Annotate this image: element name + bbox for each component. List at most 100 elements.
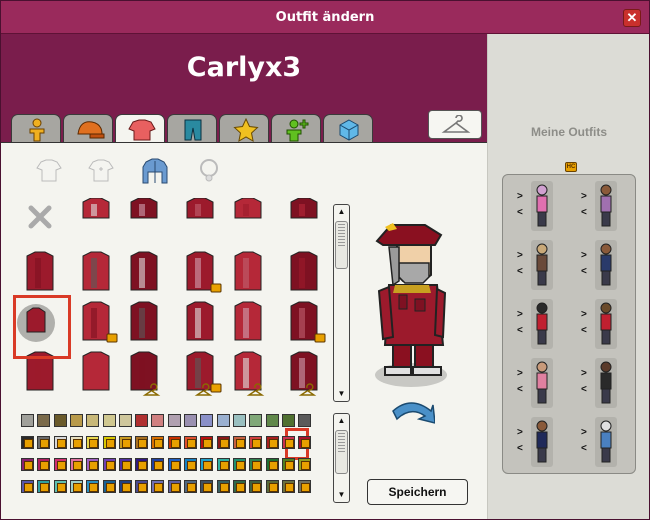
color-swatch[interactable] xyxy=(200,436,214,449)
clothing-item[interactable] xyxy=(119,197,173,248)
color-swatch[interactable] xyxy=(167,480,181,493)
color-swatch[interactable] xyxy=(184,436,197,449)
tshirt-icon[interactable] xyxy=(34,156,64,186)
color-swatch[interactable] xyxy=(69,458,83,471)
chevron-left-icon[interactable]: < xyxy=(581,384,587,395)
color-swatch[interactable] xyxy=(37,458,51,471)
color-swatch[interactable] xyxy=(249,458,263,471)
outfit-slot[interactable]: > < xyxy=(507,177,565,233)
scroll-up-arrow[interactable]: ▲ xyxy=(334,205,349,219)
outfit-slot[interactable]: > < xyxy=(571,236,629,292)
chevron-right-icon[interactable]: > xyxy=(581,191,587,202)
color-swatch[interactable] xyxy=(167,458,181,471)
chevron-right-icon[interactable]: > xyxy=(581,250,587,261)
chevron-left-icon[interactable]: < xyxy=(517,443,523,454)
clothing-item[interactable] xyxy=(171,348,225,398)
color-swatch[interactable] xyxy=(69,480,83,493)
color-swatch[interactable] xyxy=(265,436,279,449)
color-swatch[interactable] xyxy=(249,414,263,427)
color-swatch[interactable] xyxy=(216,458,230,471)
color-swatch[interactable] xyxy=(151,458,165,471)
chevron-left-icon[interactable]: < xyxy=(517,266,523,277)
outfit-slot[interactable]: > < xyxy=(507,295,565,351)
tab-hats[interactable] xyxy=(63,114,113,143)
clothing-item[interactable] xyxy=(119,248,173,298)
rotate-avatar-arrow-icon[interactable] xyxy=(387,397,435,427)
color-swatch[interactable] xyxy=(151,414,165,427)
scroll-down-arrow[interactable]: ▼ xyxy=(334,387,349,401)
color-swatch[interactable] xyxy=(298,414,312,427)
color-swatch[interactable] xyxy=(167,414,181,427)
clothing-item[interactable] xyxy=(67,197,121,248)
color-swatch[interactable] xyxy=(298,480,312,493)
color-swatch[interactable] xyxy=(200,414,214,427)
color-swatch[interactable] xyxy=(118,414,132,427)
clothing-item[interactable] xyxy=(171,298,225,348)
clothing-item[interactable] xyxy=(15,248,69,298)
color-swatch[interactable] xyxy=(184,458,197,471)
title-bar[interactable]: Outfit ändern ✕ xyxy=(1,1,649,34)
tab-body[interactable] xyxy=(11,114,61,143)
outfit-slot[interactable]: > < xyxy=(571,295,629,351)
necklace-icon[interactable] xyxy=(194,156,224,186)
color-swatch[interactable] xyxy=(21,436,34,449)
color-swatch[interactable] xyxy=(216,480,230,493)
colors-scrollbar[interactable]: ▲ ▼ xyxy=(333,413,350,503)
color-swatch[interactable] xyxy=(265,480,279,493)
clothing-item[interactable] xyxy=(223,197,277,248)
clothing-item[interactable] xyxy=(275,298,329,348)
clothing-item[interactable] xyxy=(223,248,277,298)
color-swatch[interactable] xyxy=(21,414,34,427)
scroll-up-arrow[interactable]: ▲ xyxy=(334,414,349,428)
color-swatch[interactable] xyxy=(151,436,165,449)
chevron-right-icon[interactable]: > xyxy=(517,368,523,379)
color-swatch[interactable] xyxy=(135,458,149,471)
color-swatch[interactable] xyxy=(135,480,149,493)
color-swatch[interactable] xyxy=(200,480,214,493)
chevron-left-icon[interactable]: < xyxy=(581,266,587,277)
color-swatch[interactable] xyxy=(69,436,83,449)
color-swatch[interactable] xyxy=(265,458,279,471)
chevron-left-icon[interactable]: < xyxy=(517,384,523,395)
chevron-right-icon[interactable]: > xyxy=(517,309,523,320)
color-swatch[interactable] xyxy=(265,414,279,427)
items-scrollbar[interactable]: ▲ ▼ xyxy=(333,204,350,402)
clothing-item[interactable] xyxy=(171,197,225,248)
scroll-down-arrow[interactable]: ▼ xyxy=(334,488,349,502)
color-swatch[interactable] xyxy=(298,436,312,449)
chevron-left-icon[interactable]: < xyxy=(581,207,587,218)
color-swatch[interactable] xyxy=(249,480,263,493)
clothing-item[interactable] xyxy=(119,348,173,398)
color-swatch[interactable] xyxy=(102,480,116,493)
color-swatch[interactable] xyxy=(216,436,230,449)
color-swatch[interactable] xyxy=(86,458,100,471)
clothing-item[interactable] xyxy=(223,348,277,398)
remove-item-button[interactable] xyxy=(15,198,69,248)
chest-print-icon[interactable] xyxy=(86,156,116,186)
chevron-right-icon[interactable]: > xyxy=(581,427,587,438)
scroll-thumb[interactable] xyxy=(335,221,348,269)
clothing-item[interactable] xyxy=(275,197,329,248)
chevron-right-icon[interactable]: > xyxy=(581,309,587,320)
clothing-item[interactable] xyxy=(223,298,277,348)
chevron-right-icon[interactable]: > xyxy=(581,368,587,379)
color-swatch[interactable] xyxy=(102,414,116,427)
color-swatch[interactable] xyxy=(86,414,100,427)
color-swatch[interactable] xyxy=(86,436,100,449)
scroll-thumb[interactable] xyxy=(335,430,348,474)
color-swatch[interactable] xyxy=(21,480,34,493)
color-swatch[interactable] xyxy=(232,414,246,427)
clothing-item[interactable] xyxy=(67,298,121,348)
clothing-item[interactable] xyxy=(67,348,121,398)
tab-accessories[interactable] xyxy=(219,114,269,143)
color-swatch[interactable] xyxy=(53,414,67,427)
color-swatch[interactable] xyxy=(151,480,165,493)
color-swatch[interactable] xyxy=(216,414,230,427)
color-swatch[interactable] xyxy=(53,458,67,471)
clothing-item[interactable] xyxy=(119,298,173,348)
outfit-slot[interactable]: > < xyxy=(507,354,565,410)
clothing-item[interactable] xyxy=(171,248,225,298)
color-swatch[interactable] xyxy=(281,414,295,427)
outfit-slot[interactable]: > < xyxy=(571,354,629,410)
chevron-left-icon[interactable]: < xyxy=(517,207,523,218)
